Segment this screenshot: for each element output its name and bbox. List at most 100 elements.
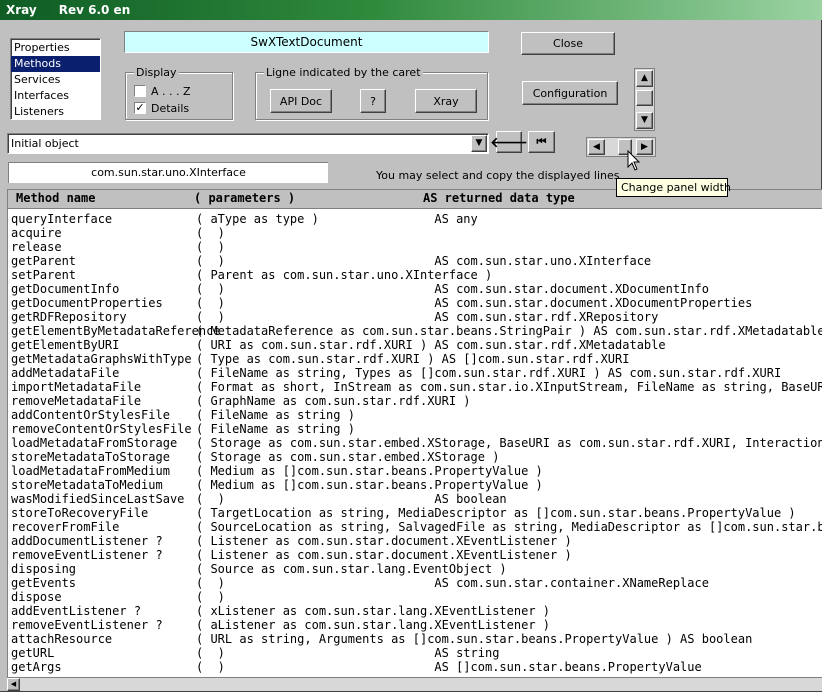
section-list[interactable]: Properties Methods Services Interfaces L… (10, 38, 101, 120)
scroll-up-button[interactable]: ▲ (636, 70, 653, 87)
method-signature-cell: ( ) AS com.sun.star.document.XDocumentIn… (196, 282, 709, 296)
section-item-properties[interactable]: Properties (11, 40, 100, 56)
method-name-cell: getElementByURI (11, 338, 120, 352)
table-row[interactable]: getMetadataGraphsWithType ( Type as com.s… (11, 352, 822, 366)
checkmark-icon: ✓ (135, 101, 145, 114)
table-row[interactable]: loadMetadataFromStorage ( Storage as com.… (11, 436, 822, 450)
method-name-cell: disposing (11, 562, 77, 576)
table-row[interactable]: storeMetadataToStorage ( Storage as com.s… (11, 450, 822, 464)
object-path-combo[interactable]: Initial object ▼ (7, 133, 489, 154)
table-row[interactable]: getArgs ( ) AS []com.sun.star.beans.Prope… (11, 660, 822, 674)
table-row[interactable]: storeMetadataToMedium ( Medium as []com.s… (11, 478, 822, 492)
table-row[interactable]: acquire ( ) (11, 226, 822, 240)
window-revision: Rev 6.0 en (58, 3, 131, 17)
details-checkbox-row[interactable]: ✓ Details (134, 100, 189, 116)
method-signature-cell: ( Format as short, InStream as com.sun.s… (196, 380, 822, 394)
method-signature-cell: ( Listener as com.sun.star.document.XEve… (196, 548, 572, 562)
method-name-cell: getMetadataGraphsWithType (11, 352, 192, 366)
method-signature-cell: ( aListener as com.sun.star.lang.XEventL… (196, 618, 551, 632)
table-row[interactable]: setParent ( Parent as com.sun.star.uno.XI… (11, 268, 822, 282)
table-row[interactable]: addEventListener ? ( xListener as com.sun… (11, 604, 822, 618)
method-name-cell: addEventListener ? (11, 604, 142, 618)
methods-text-area[interactable]: queryInterface( aType as type ) AS any ac… (7, 208, 822, 678)
method-signature-cell: ( ) (196, 226, 225, 240)
close-button[interactable]: Close (521, 32, 615, 55)
method-signature-cell: ( SourceLocation as string, SalvagedFile… (196, 520, 822, 534)
configuration-button[interactable]: Configuration (522, 81, 618, 105)
table-row[interactable]: getDocumentProperties ( ) AS com.sun.star… (11, 296, 822, 310)
method-signature-cell: ( TargetLocation as string, MediaDescrip… (196, 506, 796, 520)
table-row[interactable]: getEvents ( ) AS com.sun.star.container.X… (11, 576, 822, 590)
help-button[interactable]: ? (360, 89, 386, 113)
panel-width-scroller[interactable]: ◀ ▶ (586, 137, 656, 157)
section-item-methods[interactable]: Methods (11, 56, 100, 72)
table-row[interactable]: attachResource ( URL as string, Arguments… (11, 632, 822, 646)
method-signature-cell: ( ) (196, 590, 225, 604)
method-signature-cell: ( ) AS []com.sun.star.beans.PropertyValu… (196, 660, 702, 674)
interface-field[interactable]: com.sun.star.uno.XInterface (8, 162, 328, 183)
hscroll-left-button[interactable]: ◀ (7, 678, 20, 691)
first-button[interactable]: ⏮ (528, 131, 555, 153)
method-name-cell: getEvents (11, 576, 77, 590)
table-row[interactable]: removeMetadataFile ( GraphName as com.sun… (11, 394, 822, 408)
table-row[interactable]: dispose ( ) (11, 590, 822, 604)
method-signature-cell: ( FileName as string ) (196, 408, 355, 422)
table-row[interactable]: getRDFRepository ( ) AS com.sun.star.rdf.… (11, 310, 822, 324)
table-row[interactable]: addDocumentListener ? ( Listener as com.s… (11, 534, 822, 548)
table-row[interactable]: release ( ) (11, 240, 822, 254)
table-row[interactable]: removeEventListener ? ( Listener as com.s… (11, 548, 822, 562)
details-checkbox[interactable]: ✓ (134, 102, 146, 114)
section-item-interfaces[interactable]: Interfaces (11, 88, 100, 104)
table-row[interactable]: getParent ( ) AS com.sun.star.uno.XInterf… (11, 254, 822, 268)
method-name-cell: release (11, 240, 62, 254)
table-row[interactable]: queryInterface ( aType as type ) AS any (11, 212, 822, 226)
title-bar[interactable]: Xray Rev 6.0 en (0, 0, 822, 20)
table-row[interactable]: getElementByMetadataReference( MetadataR… (11, 324, 822, 338)
xray-button[interactable]: Xray (415, 89, 477, 113)
method-signature-cell: ( Medium as []com.sun.star.beans.Propert… (196, 478, 543, 492)
method-signature-cell: ( FileName as string ) (196, 422, 355, 436)
scroll-down-button[interactable]: ▼ (636, 112, 653, 129)
column-method-name: Method name (16, 191, 96, 205)
table-row[interactable]: addMetadataFile ( FileName as string, Typ… (11, 366, 822, 380)
method-signature-cell: ( Type as com.sun.star.rdf.XURI ) AS []c… (196, 352, 630, 366)
table-row[interactable]: wasModifiedSinceLastSave ( ) AS boolean (11, 492, 822, 506)
xray-window: Xray Rev 6.0 en Properties Methods Servic… (0, 0, 822, 692)
method-signature-cell: ( Medium as []com.sun.star.beans.Propert… (196, 464, 543, 478)
method-name-cell: storeMetadataToStorage (11, 450, 170, 464)
method-signature-cell: ( MetadataReference as com.sun.star.bean… (196, 324, 822, 338)
window-title: Xray (6, 3, 37, 17)
triangle-left-icon: ◀ (10, 680, 17, 688)
table-row[interactable]: storeToRecoveryFile ( TargetLocation as s… (11, 506, 822, 520)
method-name-cell: removeEventListener ? (11, 548, 163, 562)
table-row[interactable]: recoverFromFile ( SourceLocation as strin… (11, 520, 822, 534)
object-name-field[interactable]: SwXTextDocument (124, 31, 489, 53)
table-row[interactable]: getDocumentInfo ( ) AS com.sun.star.docum… (11, 282, 822, 296)
table-row[interactable]: removeContentOrStylesFile ( FileName as s… (11, 422, 822, 436)
scroll-thumb[interactable] (636, 90, 653, 106)
table-row[interactable]: getElementByURI ( URI as com.sun.star.rdf… (11, 338, 822, 352)
combo-dropdown-button[interactable]: ▼ (471, 135, 487, 152)
method-name-cell: getDocumentProperties (11, 296, 163, 310)
method-signature-cell: ( FileName as string, Types as []com.sun… (196, 366, 782, 380)
horizontal-scrollbar[interactable]: ◀ (7, 677, 822, 691)
table-row[interactable]: disposing ( Source as com.sun.star.lang.E… (11, 562, 822, 576)
api-doc-button[interactable]: API Doc (270, 89, 332, 113)
method-name-cell: queryInterface (11, 212, 113, 226)
table-row[interactable]: addContentOrStylesFile ( FileName as stri… (11, 408, 822, 422)
method-signature-cell: ( ) AS com.sun.star.uno.XInterface (196, 254, 652, 268)
table-row[interactable]: getURL ( ) AS string (11, 646, 822, 660)
method-signature-cell: ( ) AS com.sun.star.rdf.XRepository (196, 310, 659, 324)
table-row[interactable]: loadMetadataFromMedium ( Medium as []com.… (11, 464, 822, 478)
az-checkbox-row[interactable]: A . . . Z (134, 83, 191, 99)
section-item-services[interactable]: Services (11, 72, 100, 88)
az-checkbox[interactable] (134, 85, 146, 97)
table-row[interactable]: importMetadataFile ( Format as short, InS… (11, 380, 822, 394)
panel-height-scroller[interactable]: ▲ ▼ (634, 68, 655, 131)
table-row[interactable]: removeEventListener ? ( aListener as com.… (11, 618, 822, 632)
method-name-cell: wasModifiedSinceLastSave (11, 492, 185, 506)
section-item-listeners[interactable]: Listeners (11, 104, 100, 120)
width-left-button[interactable]: ◀ (588, 139, 605, 155)
method-signature-cell: ( URI as com.sun.star.rdf.XURI ) AS com.… (196, 338, 666, 352)
back-button[interactable]: 🡐 (490, 131, 528, 153)
